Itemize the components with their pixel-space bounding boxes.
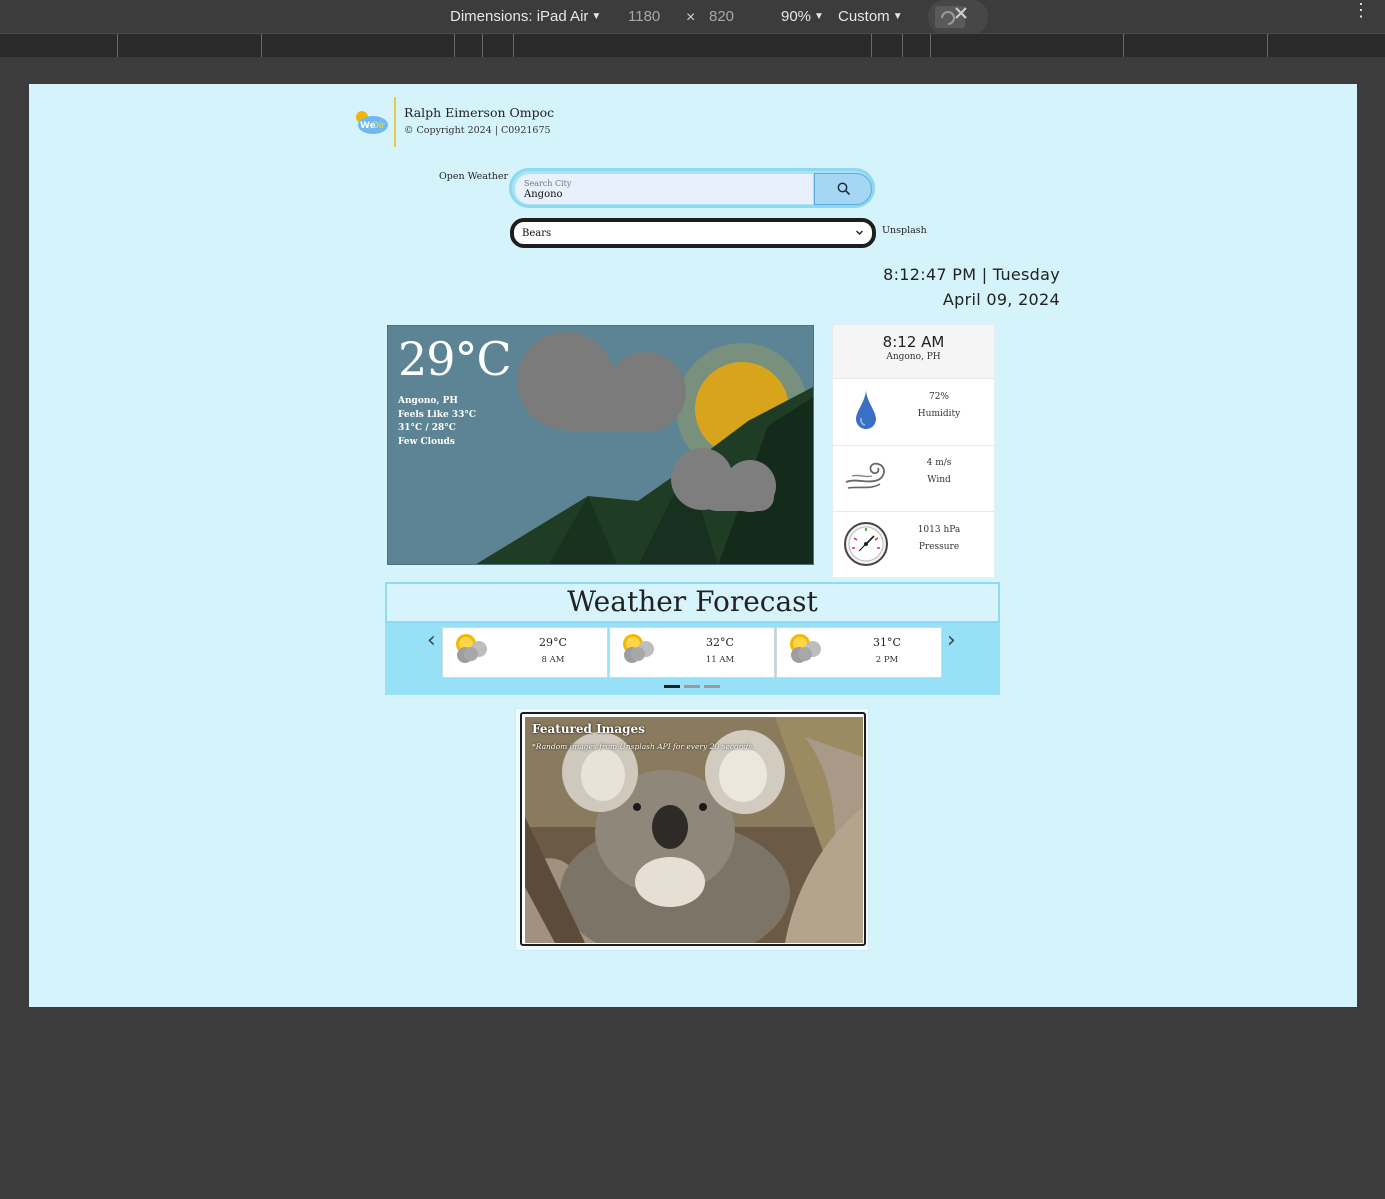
featured-subtitle: *Random images from Unsplash API for eve… xyxy=(532,742,755,751)
featured-title: Featured Images xyxy=(532,722,645,736)
search-value: Angono xyxy=(524,189,563,200)
clock-time-day: 8:12:47 PM | Tuesday xyxy=(883,265,1060,284)
search-bar: Search City Angono xyxy=(509,168,875,208)
devtools-toolbar: Dimensions: iPad Air ▼ 1180 × 820 90% ▼ Cu… xyxy=(0,0,1385,34)
featured-images-card: Featured Images *Random images from Unsp… xyxy=(515,708,869,951)
details-header: 8:12 AM Angono, PH xyxy=(833,325,994,379)
wind-label: Wind xyxy=(927,474,951,485)
search-button[interactable] xyxy=(814,173,872,205)
forecast-next-button[interactable]: › xyxy=(947,628,956,653)
pressure-text: 1013 hPa Pressure xyxy=(895,522,983,556)
forecast-card: 32°C 11 AM xyxy=(609,627,775,678)
wind-text: 4 m/s Wind xyxy=(895,455,983,489)
forecast-section: Weather Forecast ‹ › 29°C 8 AM 32°C 11 A… xyxy=(385,582,1000,695)
forecast-temp: 32°C xyxy=(706,636,734,649)
app-logo: We Dir xyxy=(356,111,388,134)
current-weather-card: 29°C Angono, PH Feels Like 33°C 31°C / 2… xyxy=(387,325,814,565)
device-dropdown[interactable]: Dimensions: iPad Air ▼ xyxy=(450,8,601,25)
forecast-card: 31°C 2 PM xyxy=(776,627,942,678)
brand-divider xyxy=(394,97,396,147)
humidity-value: 72% xyxy=(928,392,949,402)
weather-details-card: 8:12 AM Angono, PH 72% Humidity 4 m/s Wi… xyxy=(832,324,995,578)
more-options-icon[interactable]: ⋮ xyxy=(1352,1,1370,19)
ruler-tick xyxy=(117,34,118,57)
ruler-tick xyxy=(902,34,903,57)
humidity-row: 72% Humidity xyxy=(833,379,994,446)
pressure-gauge-icon xyxy=(844,522,888,566)
ruler-tick xyxy=(261,34,262,57)
feels-like: Feels Like 33°C xyxy=(398,409,476,420)
throttle-label: Custom xyxy=(838,8,890,25)
local-time: 8:12 AM xyxy=(882,333,945,351)
wind-row: 4 m/s Wind xyxy=(833,446,994,512)
zoom-dropdown[interactable]: 90% ▼ xyxy=(781,8,824,25)
image-category-select[interactable]: Bears xyxy=(510,218,876,248)
search-icon xyxy=(837,182,851,196)
search-input[interactable]: Search City Angono xyxy=(515,174,813,204)
weather-description: Few Clouds xyxy=(398,436,455,447)
carousel-dot[interactable] xyxy=(704,685,720,688)
svg-text:Dir: Dir xyxy=(372,121,385,131)
select-value: Bears xyxy=(522,228,552,239)
caret-down-icon: ▼ xyxy=(814,11,824,22)
current-temperature: 29°C xyxy=(398,332,512,386)
ruler-tick xyxy=(454,34,455,57)
forecast-prev-button[interactable]: ‹ xyxy=(427,628,436,653)
width-input[interactable]: 1180 xyxy=(628,8,660,25)
high-low: 31°C / 28°C xyxy=(398,423,456,433)
carousel-indicators xyxy=(664,673,724,692)
forecast-temp: 31°C xyxy=(873,636,901,649)
carousel-dot[interactable] xyxy=(684,685,700,688)
ruler-tick xyxy=(871,34,872,57)
date-time: 8:12:47 PM | Tuesday April 09, 2024 xyxy=(883,262,1060,312)
wind-icon xyxy=(845,462,885,489)
device-viewport: We Dir Ralph Eimerson Ompoc © Copyright … xyxy=(29,84,1357,1007)
author-name: Ralph Eimerson Ompoc xyxy=(404,105,555,120)
pressure-row: 1013 hPa Pressure xyxy=(833,512,994,579)
partly-cloudy-icon xyxy=(456,634,487,663)
clock-date: April 09, 2024 xyxy=(942,290,1060,309)
forecast-temp: 29°C xyxy=(539,636,567,649)
current-info: Angono, PH Feels Like 33°C 31°C / 28°C F… xyxy=(398,395,476,449)
forecast-hour: 2 PM xyxy=(875,655,899,665)
partly-cloudy-icon xyxy=(790,634,821,663)
partly-cloudy-icon xyxy=(623,634,654,663)
chevron-down-icon xyxy=(856,230,863,235)
caret-down-icon: ▼ xyxy=(591,11,602,22)
ruler-tick xyxy=(930,34,931,57)
ruler-tick xyxy=(482,34,483,57)
copyright: © Copyright 2024 | C0921675 xyxy=(404,125,551,136)
zoom-label: 90% xyxy=(781,8,812,25)
unsplash-label: Unsplash xyxy=(882,225,927,236)
ruler-tick xyxy=(1123,34,1124,57)
wind-value: 4 m/s xyxy=(926,457,952,468)
rotate-disabled-icon xyxy=(935,6,967,28)
rotate-button[interactable] xyxy=(928,0,988,34)
forecast-hour: 8 AM xyxy=(541,655,565,665)
open-weather-label: Open Weather xyxy=(439,171,509,182)
water-drop-icon xyxy=(856,389,876,429)
forecast-hour: 11 AM xyxy=(705,655,735,665)
current-location: Angono, PH xyxy=(398,396,458,406)
ruler-tick xyxy=(513,34,514,57)
humidity-label: Humidity xyxy=(917,409,961,419)
media-query-ruler xyxy=(0,34,1385,57)
height-input[interactable]: 820 xyxy=(709,8,734,25)
details-location: Angono, PH xyxy=(886,352,941,362)
pressure-value: 1013 hPa xyxy=(917,525,961,535)
times-icon: × xyxy=(686,9,696,26)
carousel-dot[interactable] xyxy=(664,685,680,688)
throttle-dropdown[interactable]: Custom ▼ xyxy=(838,8,903,25)
caret-down-icon: ▼ xyxy=(892,11,903,22)
ruler-tick xyxy=(1267,34,1268,57)
humidity-text: 72% Humidity xyxy=(895,389,983,423)
featured-frame: Featured Images *Random images from Unsp… xyxy=(520,712,866,946)
search-placeholder: Search City xyxy=(524,179,572,188)
forecast-card: 29°C 8 AM xyxy=(442,627,608,678)
pressure-label: Pressure xyxy=(918,542,960,552)
device-label: Dimensions: iPad Air xyxy=(450,8,589,25)
forecast-title: Weather Forecast xyxy=(385,582,1000,623)
